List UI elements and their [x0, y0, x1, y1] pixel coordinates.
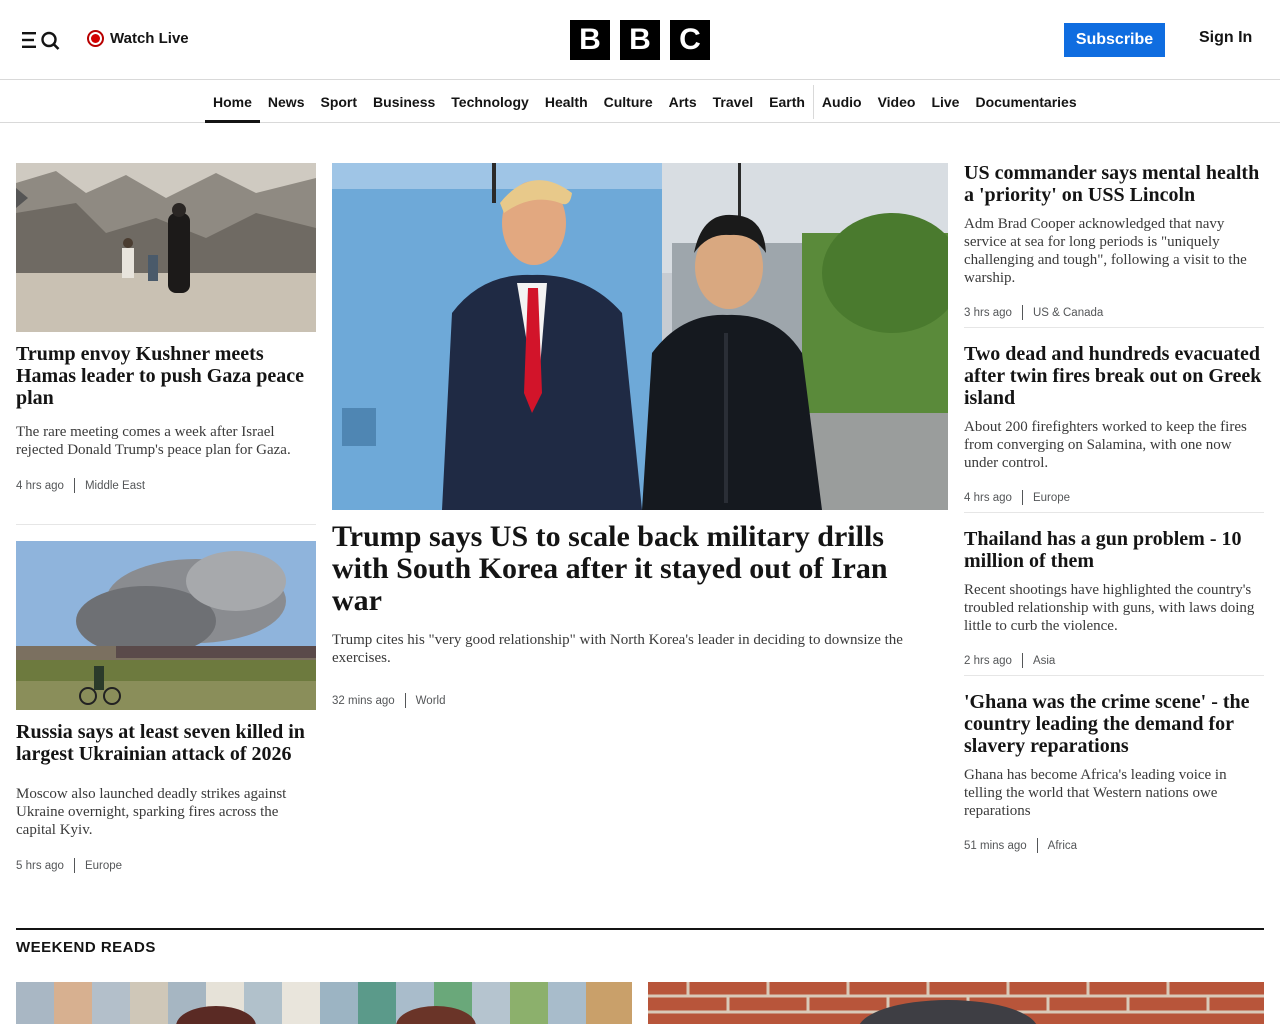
meta-divider	[73, 858, 75, 873]
ukraine-story-image[interactable]	[16, 541, 316, 710]
nav-item-home[interactable]: Home	[205, 81, 260, 123]
nav-item-video[interactable]: Video	[870, 81, 924, 122]
nav-item-earth[interactable]: Earth	[761, 81, 813, 122]
nav-item-live[interactable]: Live	[923, 81, 967, 122]
story-card[interactable]: Thailand has a gun problem - 10 million …	[964, 528, 1264, 668]
story-headline[interactable]: US commander says mental health a 'prior…	[964, 162, 1264, 206]
story-section-link[interactable]: World	[416, 695, 446, 707]
lead-story-meta: 32 mins ago World	[332, 693, 948, 708]
story-divider	[964, 327, 1264, 328]
story-time: 3 hrs ago	[964, 306, 1012, 319]
logo-letter: B	[570, 20, 610, 60]
story-divider	[964, 512, 1264, 513]
meta-divider	[1021, 653, 1023, 668]
nav-item-health[interactable]: Health	[537, 81, 596, 122]
sign-in-link[interactable]: Sign In	[1199, 29, 1252, 47]
weekend-reads-heading: WEEKEND READS	[16, 939, 156, 956]
watch-live-label: Watch Live	[110, 29, 189, 47]
story-time: 32 mins ago	[332, 694, 395, 707]
story-card[interactable]: Trump envoy Kushner meets Hamas leader t…	[16, 343, 316, 493]
bbc-logo[interactable]: B B C	[570, 20, 710, 60]
menu-search-button[interactable]	[20, 28, 62, 52]
story-section-link[interactable]: Europe	[85, 860, 122, 872]
lead-story-image[interactable]	[332, 163, 948, 510]
story-headline[interactable]: 'Ghana was the crime scene' - the countr…	[964, 691, 1264, 757]
weekend-story-image[interactable]	[16, 982, 632, 1024]
gaza-story-image[interactable]	[16, 163, 316, 332]
story-time: 5 hrs ago	[16, 859, 64, 872]
menu-search-icon	[22, 31, 60, 50]
subscribe-button[interactable]: Subscribe	[1064, 23, 1165, 57]
story-time: 4 hrs ago	[964, 491, 1012, 504]
meta-divider	[73, 478, 75, 493]
lead-story-card[interactable]: Trump says US to scale back military dri…	[332, 521, 948, 708]
story-summary: The rare meeting comes a week after Isra…	[16, 424, 291, 458]
main-nav: Home News Sport Business Technology Heal…	[0, 81, 1280, 123]
story-meta: 4 hrs ago Middle East	[16, 478, 316, 493]
story-divider	[16, 524, 316, 525]
story-section-link[interactable]: Asia	[1033, 655, 1055, 667]
story-headline[interactable]: Russia says at least seven killed in lar…	[16, 721, 316, 765]
story-card[interactable]: US commander says mental health a 'prior…	[964, 162, 1264, 320]
logo-letter: B	[620, 20, 660, 60]
meta-divider	[1021, 305, 1023, 320]
story-section-link[interactable]: US & Canada	[1033, 307, 1103, 319]
nav-item-business[interactable]: Business	[365, 81, 443, 122]
story-summary: Moscow also launched deadly strikes agai…	[16, 786, 287, 838]
nav-item-culture[interactable]: Culture	[596, 81, 661, 122]
story-headline[interactable]: Thailand has a gun problem - 10 million …	[964, 528, 1264, 572]
nav-item-technology[interactable]: Technology	[443, 81, 537, 122]
lead-story-headline[interactable]: Trump says US to scale back military dri…	[332, 521, 948, 617]
story-summary: About 200 firefighters worked to keep th…	[964, 419, 1247, 471]
story-meta: 4 hrs ago Europe	[964, 490, 1264, 505]
story-meta: 51 mins ago Africa	[964, 838, 1264, 853]
story-card[interactable]: 'Ghana was the crime scene' - the countr…	[964, 691, 1264, 853]
story-card[interactable]: Two dead and hundreds evacuated after tw…	[964, 343, 1264, 505]
nav-item-sport[interactable]: Sport	[312, 81, 365, 122]
story-summary: Recent shootings have highlighted the co…	[964, 582, 1255, 634]
story-time: 4 hrs ago	[16, 479, 64, 492]
nav-item-news[interactable]: News	[260, 81, 313, 122]
section-rule	[16, 928, 1264, 930]
nav-item-documentaries[interactable]: Documentaries	[967, 81, 1084, 122]
story-summary: Ghana has become Africa's leading voice …	[964, 767, 1227, 819]
story-headline[interactable]: Trump envoy Kushner meets Hamas leader t…	[16, 343, 316, 409]
watch-live-link[interactable]: Watch Live	[87, 28, 189, 48]
story-meta: 5 hrs ago Europe	[16, 858, 316, 873]
nav-item-arts[interactable]: Arts	[661, 81, 705, 122]
logo-letter: C	[670, 20, 710, 60]
meta-divider	[404, 693, 406, 708]
story-meta: 3 hrs ago US & Canada	[964, 305, 1264, 320]
story-section-link[interactable]: Middle East	[85, 480, 145, 492]
weekend-story-image[interactable]	[648, 982, 1264, 1024]
story-section-link[interactable]: Africa	[1048, 840, 1077, 852]
story-divider	[964, 675, 1264, 676]
story-meta: 2 hrs ago Asia	[964, 653, 1264, 668]
lead-story-summary: Trump cites his "very good relationship"…	[332, 632, 903, 666]
story-headline[interactable]: Two dead and hundreds evacuated after tw…	[964, 343, 1264, 409]
nav-item-audio[interactable]: Audio	[814, 81, 870, 122]
story-card[interactable]: Russia says at least seven killed in lar…	[16, 721, 316, 873]
story-time: 51 mins ago	[964, 839, 1027, 852]
story-summary: Adm Brad Cooper acknowledged that navy s…	[964, 216, 1247, 286]
meta-divider	[1036, 838, 1038, 853]
story-time: 2 hrs ago	[964, 654, 1012, 667]
meta-divider	[1021, 490, 1023, 505]
live-indicator-icon	[87, 29, 104, 47]
site-header: Watch Live B B C Subscribe Sign In	[0, 0, 1280, 80]
nav-item-travel[interactable]: Travel	[705, 81, 761, 122]
story-section-link[interactable]: Europe	[1033, 492, 1070, 504]
